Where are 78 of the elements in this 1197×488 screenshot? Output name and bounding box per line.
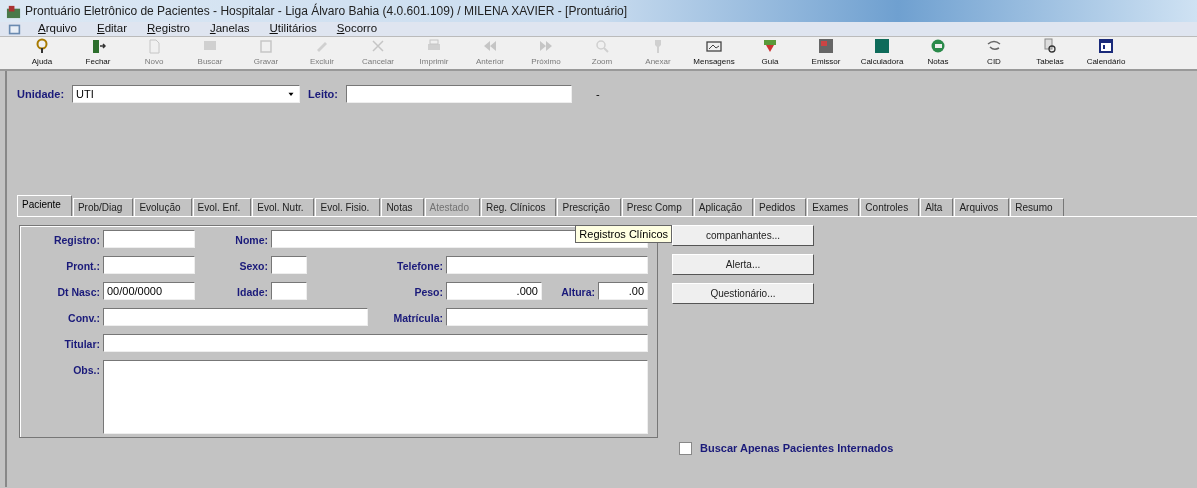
input-field[interactable] bbox=[271, 282, 307, 300]
page-icon bbox=[146, 38, 162, 54]
dialog-button[interactable]: companhantes... bbox=[672, 225, 814, 246]
tab[interactable]: Evolução bbox=[134, 198, 192, 216]
tab[interactable]: Notas bbox=[381, 198, 424, 216]
door-icon bbox=[90, 38, 106, 54]
menu-item[interactable]: Arquivo bbox=[35, 20, 80, 38]
field-label: Obs.: bbox=[72, 363, 100, 378]
input-field[interactable]: 00/00/0000 bbox=[103, 282, 195, 300]
field-label: Pront.: bbox=[65, 259, 100, 274]
separator-text: - bbox=[596, 86, 600, 102]
app-icon bbox=[6, 3, 21, 19]
menu-item[interactable]: Janelas bbox=[206, 20, 253, 38]
input-field[interactable] bbox=[446, 308, 648, 326]
tab[interactable]: Controles bbox=[860, 198, 920, 216]
menu-item[interactable]: Editar bbox=[94, 20, 131, 38]
input-field[interactable] bbox=[446, 256, 648, 274]
tab[interactable]: Presc Comp bbox=[621, 198, 693, 216]
close-icon bbox=[370, 38, 386, 54]
toolbar-button[interactable]: Mensagens bbox=[686, 37, 742, 69]
calendar-icon bbox=[1098, 38, 1114, 54]
menu-item[interactable]: Socorro bbox=[333, 20, 381, 38]
tab[interactable]: Prescrição bbox=[557, 198, 621, 216]
menu-item[interactable]: Utilitários bbox=[266, 20, 320, 38]
tab[interactable]: Resumo bbox=[1010, 198, 1064, 216]
unit-select[interactable]: UTI bbox=[72, 85, 301, 103]
field-label: Matrícula: bbox=[392, 311, 443, 326]
dialog-button[interactable]: Alerta... bbox=[672, 254, 814, 275]
field-label: Telefone: bbox=[396, 259, 443, 274]
tab[interactable]: Alta bbox=[920, 198, 954, 216]
tooltip: Registros Clínicos bbox=[575, 225, 672, 243]
tab[interactable]: Pedidos bbox=[754, 198, 807, 216]
tab[interactable]: Arquivos bbox=[954, 198, 1010, 216]
magnifier-icon bbox=[594, 38, 610, 54]
field-label: Altura: bbox=[560, 285, 595, 300]
field-label: Leito: bbox=[308, 86, 338, 102]
tab[interactable]: Prob/Diag bbox=[72, 198, 134, 216]
question-icon bbox=[34, 38, 50, 54]
toolbar-button[interactable]: Tabelas bbox=[1022, 37, 1078, 69]
input-field[interactable] bbox=[271, 256, 307, 274]
tab[interactable]: Evol. Nutr. bbox=[252, 198, 315, 216]
toolbar-button[interactable]: CID bbox=[966, 37, 1022, 69]
toolbar-button[interactable]: Ajuda bbox=[14, 37, 70, 69]
toolbar-button[interactable]: Calculadora bbox=[854, 37, 910, 69]
input-field[interactable] bbox=[103, 256, 195, 274]
field-label: Titular: bbox=[63, 337, 100, 352]
tab[interactable]: Aplicação bbox=[693, 198, 754, 216]
input-field[interactable] bbox=[103, 230, 195, 248]
field-label: Dt Nasc: bbox=[56, 285, 100, 300]
field-label: Idade: bbox=[236, 285, 268, 300]
field-label: Registro: bbox=[52, 233, 100, 248]
field-label: Unidade: bbox=[17, 86, 65, 102]
dialog-button[interactable]: Questionário... bbox=[672, 283, 814, 304]
input-field[interactable]: .000 bbox=[446, 282, 542, 300]
tab[interactable]: Evol. Enf. bbox=[192, 198, 252, 216]
toolbar-button[interactable]: Calendário bbox=[1078, 37, 1134, 69]
toolbar-button[interactable]: Fechar bbox=[70, 37, 126, 69]
bed-field[interactable] bbox=[346, 85, 572, 103]
tab[interactable]: Reg. Clínicos bbox=[481, 198, 557, 216]
input-field[interactable]: .00 bbox=[598, 282, 648, 300]
input-field[interactable] bbox=[103, 308, 368, 326]
envelope-icon bbox=[706, 38, 722, 54]
toolbar-button[interactable]: Notas bbox=[910, 37, 966, 69]
checkbox[interactable] bbox=[679, 441, 692, 455]
checkbox-label: Buscar Apenas Pacientes Internados bbox=[700, 441, 894, 456]
field-label: Peso: bbox=[413, 285, 443, 300]
tab[interactable]: Exames bbox=[807, 198, 860, 216]
field-label: Nome: bbox=[234, 233, 268, 248]
magnifier-icon bbox=[1042, 38, 1058, 54]
field-label: Conv.: bbox=[67, 311, 100, 326]
field-label: Sexo: bbox=[238, 259, 268, 274]
tab[interactable]: Evol. Fisio. bbox=[315, 198, 381, 216]
toolbar-button[interactable]: Emissor bbox=[798, 37, 854, 69]
tab[interactable]: Paciente bbox=[17, 195, 72, 216]
toolbar-button[interactable]: Guia bbox=[742, 37, 798, 69]
window-title: Prontuário Eletrônico de Pacientes - Hospitalar - Liga Álvaro Bahia (4.0.601.109) / MILENA XAVIER - [Prontuário] bbox=[25, 2, 628, 20]
menu-item[interactable]: Registro bbox=[144, 20, 193, 38]
input-field[interactable] bbox=[103, 334, 648, 352]
